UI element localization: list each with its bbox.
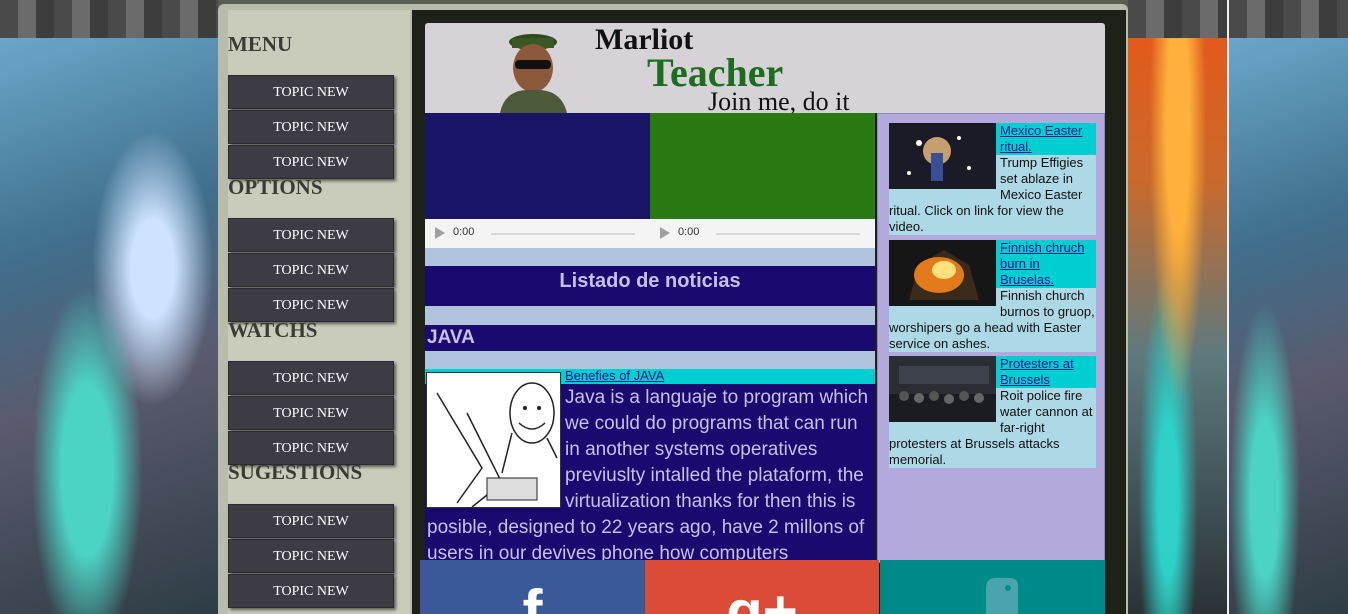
background-wallpaper-far-right: [1229, 0, 1348, 614]
side-news-image: [889, 356, 996, 422]
menu-item-topic-new[interactable]: TOPIC NEW: [228, 75, 394, 109]
watchs-item-topic-new[interactable]: TOPIC NEW: [228, 361, 394, 395]
sidebar: MENU TOPIC NEW TOPIC NEW TOPIC NEW OPTIO…: [228, 10, 410, 614]
sugestions-item-topic-new[interactable]: TOPIC NEW: [228, 539, 394, 573]
sugestions-heading: SUGESTIONS: [228, 460, 363, 484]
side-news-image: [889, 240, 996, 306]
video-player[interactable]: 0:00: [650, 113, 875, 248]
google-plus-link[interactable]: g+: [645, 560, 879, 614]
side-news-item: Finnish chruch burn in Bruselas. Finnish…: [889, 240, 1096, 352]
side-news-image: [889, 123, 996, 189]
python-icon: [986, 578, 1018, 614]
news-title: Listado de noticias: [425, 266, 875, 306]
video-screen[interactable]: [650, 113, 875, 219]
options-heading: OPTIONS: [228, 175, 323, 199]
video-player[interactable]: 0:00: [425, 113, 650, 248]
video-screen[interactable]: [425, 113, 650, 219]
watchs-list: TOPIC NEW TOPIC NEW TOPIC NEW: [228, 361, 394, 466]
options-list: TOPIC NEW TOPIC NEW TOPIC NEW: [228, 218, 394, 323]
logo-tagline: Join me, do it: [708, 87, 850, 113]
options-item-topic-new[interactable]: TOPIC NEW: [228, 218, 394, 252]
facebook-icon: f: [522, 578, 543, 614]
menu-item-topic-new[interactable]: TOPIC NEW: [228, 110, 394, 144]
header-banner: Marliot Teacher Join me, do it: [425, 23, 1105, 113]
google-plus-icon: g+: [726, 578, 798, 614]
side-news-column: Mexico Easter ritual. Trump Effigies set…: [877, 113, 1105, 563]
side-news-item: Mexico Easter ritual. Trump Effigies set…: [889, 123, 1096, 235]
menu-heading: MENU: [228, 32, 293, 56]
sugestions-item-topic-new[interactable]: TOPIC NEW: [228, 504, 394, 538]
facebook-link[interactable]: f: [420, 560, 645, 614]
article-link[interactable]: Benefies of JAVA: [565, 368, 664, 383]
watchs-heading: WATCHS: [228, 318, 318, 342]
menu-item-topic-new[interactable]: TOPIC NEW: [228, 145, 394, 179]
side-news-item: Protesters at Brussels Roit police fire …: [889, 356, 1096, 468]
video-time: 0:00: [453, 226, 475, 238]
python-link[interactable]: [880, 560, 1105, 614]
sugestions-item-topic-new[interactable]: TOPIC NEW: [228, 574, 394, 608]
video-time: 0:00: [678, 226, 700, 238]
author-portrait: [500, 34, 567, 113]
menu-list: TOPIC NEW TOPIC NEW TOPIC NEW: [228, 75, 394, 180]
video-controls: 0:00: [650, 219, 875, 248]
video-controls: 0:00: [425, 219, 650, 248]
options-item-topic-new[interactable]: TOPIC NEW: [228, 253, 394, 287]
options-item-topic-new[interactable]: TOPIC NEW: [228, 288, 394, 322]
play-icon[interactable]: [435, 227, 445, 239]
background-wallpaper-right: [1128, 0, 1228, 614]
background-wallpaper-left: [0, 0, 218, 614]
video-progress-track[interactable]: [491, 233, 635, 235]
watchs-item-topic-new[interactable]: TOPIC NEW: [228, 396, 394, 430]
section-heading: JAVA: [425, 325, 875, 351]
sugestions-list: TOPIC NEW TOPIC NEW TOPIC NEW: [228, 504, 394, 609]
play-icon[interactable]: [660, 227, 670, 239]
video-progress-track[interactable]: [716, 233, 860, 235]
